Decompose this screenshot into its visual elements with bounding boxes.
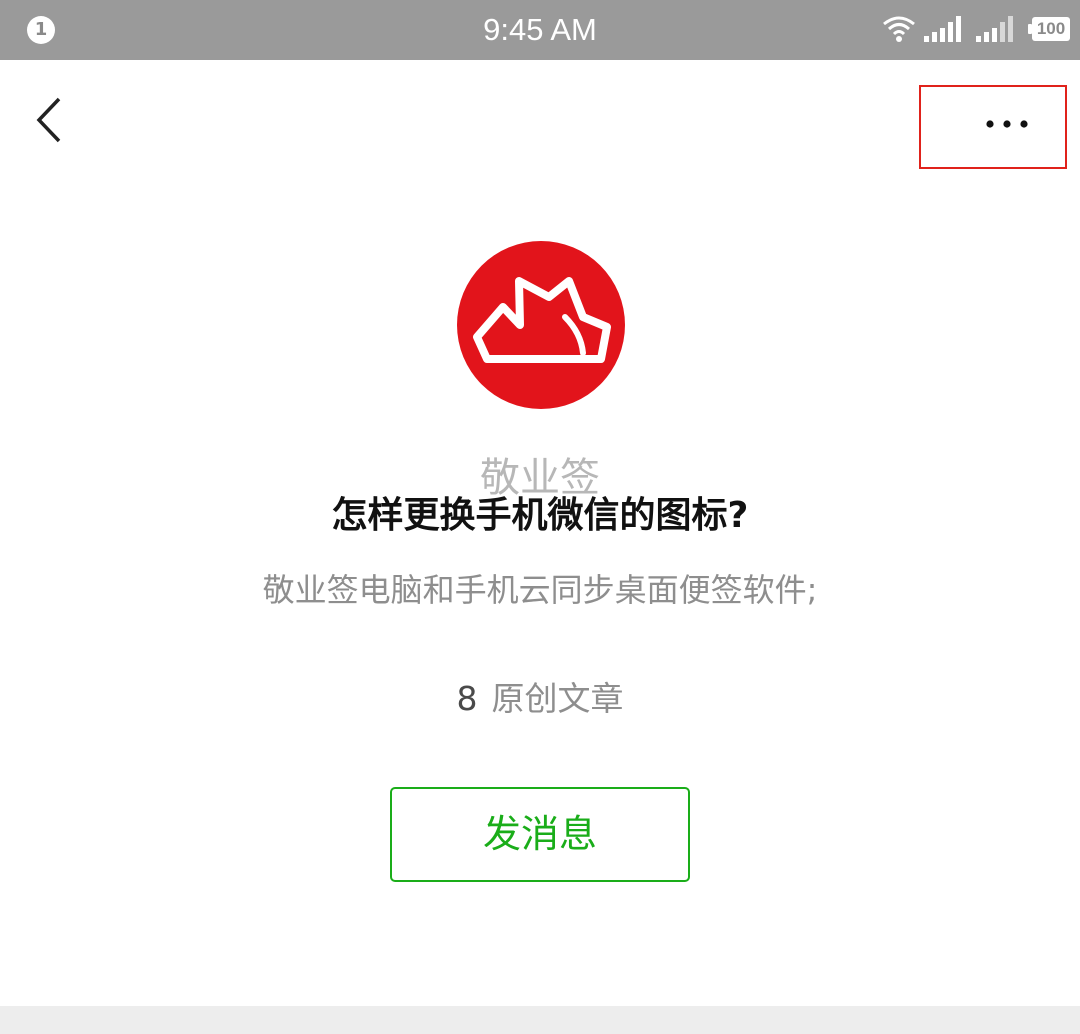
status-bar: 1 9:45 AM 100 [0, 0, 1080, 60]
headline-overlay: 怎样更换手机微信的图标? [331, 495, 749, 536]
more-dots-icon [986, 120, 1028, 128]
article-stats: 8 原创文章 [0, 676, 1080, 722]
signal-sim2-icon [976, 16, 1013, 42]
signal-sim1-icon [924, 16, 961, 42]
wifi-icon [883, 16, 915, 42]
battery-icon: 100 [1032, 17, 1070, 41]
account-description: 敬业签电脑和手机云同步桌面便签软件; [262, 571, 818, 609]
account-avatar [457, 241, 625, 409]
article-count: 8 [456, 679, 478, 718]
article-label: 原创文章 [491, 679, 624, 718]
status-time: 9:45 AM [483, 12, 597, 47]
send-message-button[interactable]: 发消息 [390, 787, 690, 882]
more-options-button[interactable] [919, 85, 1067, 169]
boat-logo-icon [473, 277, 611, 363]
bottom-divider [0, 1006, 1080, 1034]
chevron-left-icon [36, 97, 61, 143]
back-button[interactable] [28, 94, 72, 146]
